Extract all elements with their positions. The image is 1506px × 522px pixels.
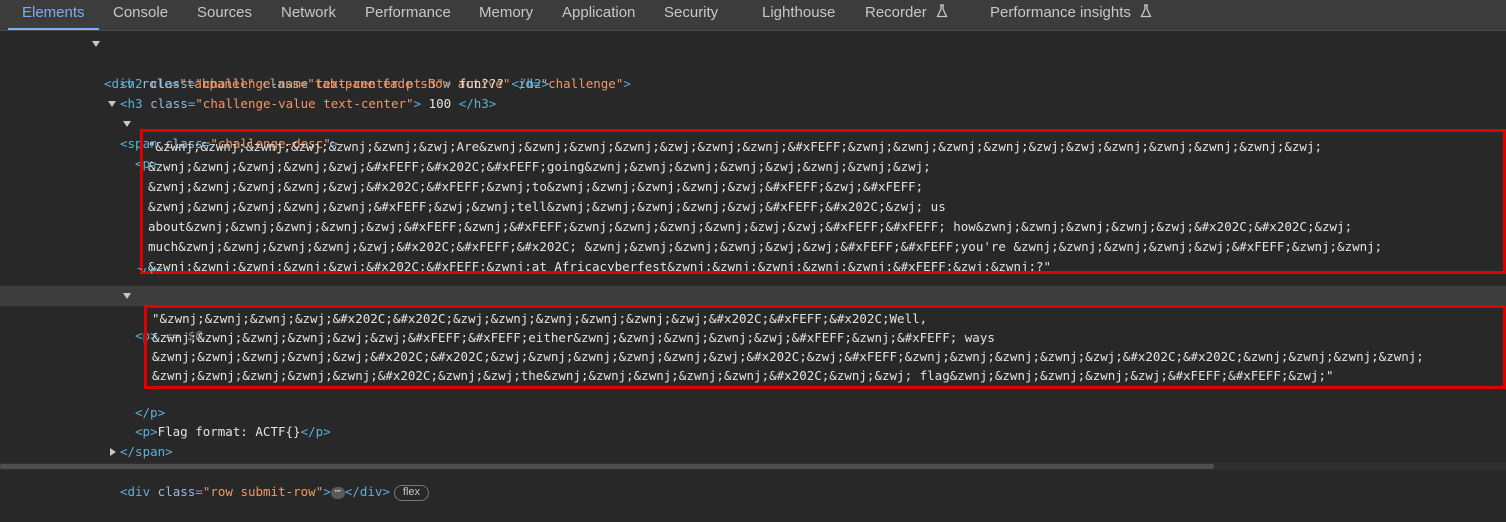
- tab-application[interactable]: Application: [562, 0, 635, 30]
- text-line: &zwnj;&zwnj;&zwnj;&zwnj;&zwj;&#x202C;&#x…: [152, 349, 1424, 364]
- tab-label: Memory: [479, 4, 534, 21]
- tab-label: Network: [281, 4, 337, 21]
- tab-performance-insights[interactable]: Performance insights: [990, 0, 1152, 30]
- text-line: &zwnj;&zwnj;&zwnj;&zwnj;&zwj;&zwj;&#xFEF…: [152, 330, 995, 345]
- dom-node-span[interactable]: <span class="challenge-desc">: [0, 94, 1506, 151]
- expand-toggle-icon[interactable]: [110, 448, 116, 456]
- tab-lighthouse[interactable]: Lighthouse: [762, 0, 835, 30]
- dom-tree: <div role="tabpanel" class="tab-pane fad…: [0, 31, 1506, 501]
- collapsed-content-button[interactable]: ⋯: [330, 486, 345, 499]
- tab-elements[interactable]: Elements: [8, 0, 99, 30]
- expand-toggle-icon[interactable]: [123, 293, 131, 299]
- tab-label: Performance insights: [990, 4, 1131, 21]
- horizontal-scrollbar[interactable]: [0, 462, 1506, 470]
- dom-node-p-close[interactable]: </p>: [0, 268, 1506, 278]
- expand-toggle-icon[interactable]: [92, 41, 100, 47]
- scrollbar-thumb[interactable]: [0, 464, 1214, 469]
- tab-label: Performance: [365, 4, 451, 21]
- devtools-tab-bar: Elements Console Sources Network Perform…: [0, 0, 1506, 31]
- text-line: "&zwnj;&zwnj;&zwnj;&zwj;&zwnj;&zwnj;&zwj…: [148, 139, 1322, 154]
- highlighted-text-node: "&zwnj;&zwnj;&zwnj;&zwj;&zwnj;&zwnj;&zwj…: [140, 129, 1506, 274]
- text-line: "&zwnj;&zwnj;&zwnj;&zwj;&#x202C;&#x202C;…: [152, 311, 928, 326]
- dom-node-span-close[interactable]: </span>: [0, 422, 1506, 459]
- tab-recorder[interactable]: Recorder: [865, 0, 948, 30]
- active-tab-indicator: [8, 28, 99, 30]
- tab-performance[interactable]: Performance: [365, 0, 451, 30]
- expand-toggle-icon[interactable]: [123, 121, 131, 127]
- text-line: &zwnj;&zwnj;&zwnj;&zwnj;&zwj;&#xFEFF;&#x…: [148, 159, 931, 174]
- expand-toggle-icon[interactable]: [108, 101, 116, 107]
- dom-node-div-tabpanel[interactable]: <div role="tabpanel" class="tab-pane fad…: [0, 34, 1506, 91]
- dom-node-p-close[interactable]: </p>: [0, 383, 1506, 420]
- tab-security[interactable]: Security: [664, 0, 718, 30]
- tab-label: Sources: [197, 4, 253, 21]
- dom-node-h2[interactable]: <h2 class="challenge-name text-center pt…: [0, 54, 1506, 91]
- dom-node-p-flag-format[interactable]: <p>Flag format: ACTF{}</p>: [0, 402, 1506, 439]
- experimental-flask-icon: [1140, 4, 1152, 18]
- tab-label: Console: [113, 4, 169, 21]
- tab-label: Recorder: [865, 4, 927, 21]
- highlighted-text-node: "&zwnj;&zwnj;&zwnj;&zwj;&#x202C;&#x202C;…: [144, 305, 1506, 389]
- text-line: about&zwnj;&zwnj;&zwnj;&zwnj;&zwj;&#xFEF…: [148, 219, 1353, 234]
- flex-badge[interactable]: flex: [393, 484, 430, 501]
- attr-value: "row submit-row": [202, 484, 324, 499]
- tab-label: Application: [562, 4, 636, 21]
- tab-label: Security: [664, 4, 719, 21]
- dom-node-div-submit-row[interactable]: <div class="row submit-row"> ⋯ </div> flex: [0, 442, 1506, 501]
- dom-node-p-selected[interactable]: <p> == $0: [0, 286, 1506, 343]
- tab-memory[interactable]: Memory: [479, 0, 533, 30]
- tab-label: Elements: [22, 4, 85, 21]
- text-line: &zwnj;&zwnj;&zwnj;&zwnj;&zwj;&#x202C;&#x…: [148, 179, 924, 194]
- tab-network[interactable]: Network: [281, 0, 336, 30]
- tab-sources[interactable]: Sources: [197, 0, 252, 30]
- experimental-flask-icon: [936, 4, 948, 18]
- text-line: much&zwnj;&zwnj;&zwnj;&zwnj;&zwj;&#x202C…: [148, 239, 1383, 254]
- text-line: &zwnj;&zwnj;&zwnj;&zwnj;&zwnj;&#xFEFF;&z…: [148, 199, 946, 214]
- tab-label: Lighthouse: [762, 4, 836, 21]
- dom-node-h3[interactable]: <h3 class="challenge-value text-center">…: [0, 74, 1506, 111]
- tab-console[interactable]: Console: [113, 0, 168, 30]
